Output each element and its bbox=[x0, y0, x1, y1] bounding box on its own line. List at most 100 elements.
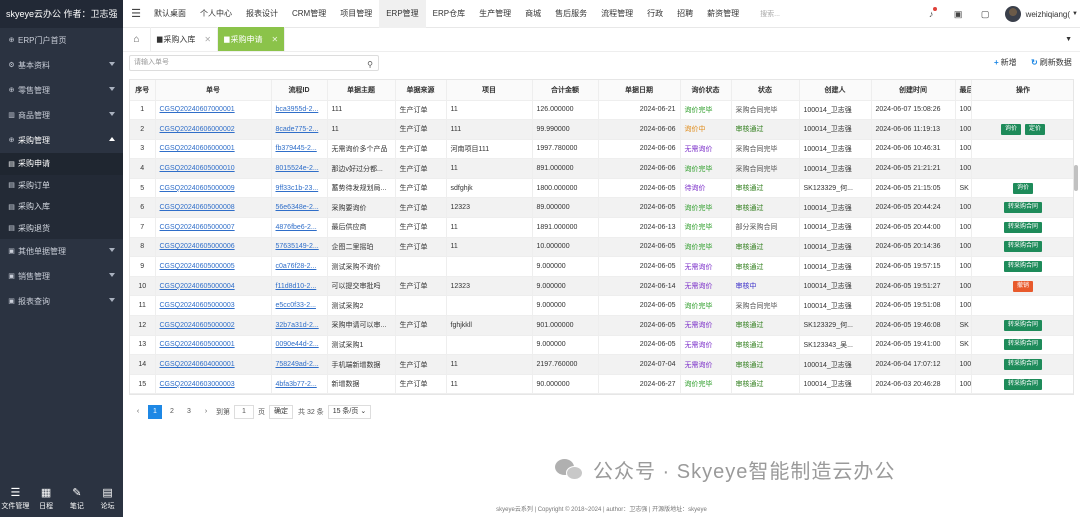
column-header[interactable]: 最后 bbox=[955, 80, 972, 101]
order-number-link-text[interactable]: CGSQ20240605000006 bbox=[160, 243, 235, 250]
sidebar-subitem[interactable]: ▤ 采购申请 bbox=[0, 153, 123, 175]
top-nav-item[interactable]: 商城 bbox=[518, 0, 548, 28]
action-button[interactable]: 转采购合同 bbox=[1003, 378, 1042, 390]
order-number-link-text[interactable]: CGSQ20240605000001 bbox=[160, 341, 235, 348]
order-number-link[interactable]: CGSQ20240605000008 bbox=[155, 197, 272, 219]
flow-id-link-text[interactable]: 4bfa3b77-2... bbox=[276, 381, 317, 388]
page-size-select[interactable]: 15 条/页 ⌄ bbox=[327, 405, 372, 419]
flow-id-link-text[interactable]: 32b7a31d-2... bbox=[276, 322, 319, 329]
order-number-link-text[interactable]: CGSQ20240605000007 bbox=[160, 224, 235, 231]
flow-id-link-text[interactable]: 8015524e-2... bbox=[276, 165, 319, 172]
flow-id-link[interactable]: 8cade775-2... bbox=[271, 119, 328, 140]
flow-id-link[interactable]: 9ff33c1b-23... bbox=[271, 178, 328, 199]
flow-id-link[interactable]: 8015524e-2... bbox=[271, 158, 328, 179]
order-number-link[interactable]: CGSQ20240605000009 bbox=[155, 178, 272, 199]
action-button[interactable]: 转采购合同 bbox=[1003, 221, 1042, 233]
close-icon[interactable]: ✕ bbox=[271, 35, 278, 44]
tab-purchase-inbound[interactable]: ▆ 采购入库 ✕ bbox=[151, 27, 219, 51]
flow-id-link-text[interactable]: 8cade775-2... bbox=[276, 126, 319, 133]
column-header[interactable]: 单据主题 bbox=[327, 80, 396, 101]
order-number-link-text[interactable]: CGSQ20240605000005 bbox=[160, 263, 235, 270]
sidebar-subitem[interactable]: ▤ 采购入库 bbox=[0, 196, 123, 218]
flow-id-link[interactable]: fb379445-2... bbox=[271, 139, 328, 160]
order-number-link[interactable]: CGSQ20240603000003 bbox=[155, 374, 272, 394]
close-icon[interactable]: ✕ bbox=[204, 35, 211, 44]
flow-id-link-text[interactable]: e5cc0f33-2... bbox=[276, 302, 316, 309]
top-nav-item[interactable]: 招聘 bbox=[670, 0, 700, 28]
top-nav-item[interactable]: ERP管理 bbox=[379, 0, 426, 28]
column-header[interactable]: 创建人 bbox=[799, 80, 872, 101]
flow-id-link-text[interactable]: 9ff33c1b-23... bbox=[276, 185, 319, 192]
sidebar-item[interactable]: ▣ 报表查询 bbox=[0, 289, 123, 314]
column-header[interactable]: 单据日期 bbox=[598, 80, 681, 101]
bell-icon[interactable]: ♪ bbox=[918, 7, 945, 19]
order-number-link-text[interactable]: CGSQ20240606000002 bbox=[160, 126, 235, 133]
order-number-link[interactable]: CGSQ20240605000006 bbox=[155, 237, 272, 258]
top-nav-item[interactable]: 售后服务 bbox=[548, 0, 594, 28]
page-button[interactable]: 2 bbox=[165, 405, 179, 419]
flow-id-link-text[interactable]: c0a76f28-2... bbox=[276, 263, 317, 270]
sidebar-subitem[interactable]: ▤ 采购订单 bbox=[0, 174, 123, 196]
flow-id-link[interactable]: bca3955d-2... bbox=[271, 100, 328, 121]
order-number-link[interactable]: CGSQ20240605000002 bbox=[155, 315, 272, 336]
order-number-link-text[interactable]: CGSQ20240604000001 bbox=[160, 361, 235, 368]
screen-icon[interactable]: ▢ bbox=[972, 9, 999, 20]
order-number-link[interactable]: CGSQ20240605000010 bbox=[155, 158, 272, 179]
column-header[interactable]: 流程ID bbox=[271, 80, 328, 101]
tab-purchase-request[interactable]: ▆ 采购申请 ✕ bbox=[218, 27, 286, 51]
goto-page-input[interactable]: 1 bbox=[234, 405, 254, 419]
flow-id-link[interactable]: e5cc0f33-2... bbox=[271, 295, 328, 317]
order-number-link[interactable]: CGSQ20240604000001 bbox=[155, 354, 272, 375]
flow-id-link[interactable]: 758249ad-2... bbox=[271, 354, 328, 375]
column-header[interactable]: 项目 bbox=[446, 80, 533, 101]
sidebar-item[interactable]: ⊕ ERP门户首页 bbox=[0, 28, 123, 53]
order-number-link-text[interactable]: CGSQ20240606000001 bbox=[160, 145, 235, 152]
sidebar-item[interactable]: ⊕ 采购管理 bbox=[0, 128, 123, 153]
flow-id-link[interactable]: 4bfa3b77-2... bbox=[271, 374, 328, 394]
lock-icon[interactable]: ▣ bbox=[945, 9, 972, 20]
action-button[interactable]: 询价 bbox=[1000, 123, 1021, 135]
top-nav-item[interactable]: 项目管理 bbox=[333, 0, 379, 28]
goto-confirm-button[interactable]: 确定 bbox=[269, 405, 293, 419]
column-header[interactable]: 单据来源 bbox=[395, 80, 447, 101]
top-nav-item[interactable]: 行政 bbox=[640, 0, 670, 28]
next-page-icon[interactable]: › bbox=[199, 405, 213, 419]
top-nav-item[interactable]: 报表设计 bbox=[239, 0, 285, 28]
flow-id-link-text[interactable]: bca3955d-2... bbox=[276, 106, 319, 113]
order-number-link[interactable]: CGSQ20240606000002 bbox=[155, 119, 272, 140]
menu-toggle-icon[interactable]: ☰ bbox=[125, 7, 147, 20]
sidebar-item[interactable]: ⚙ 基本资料 bbox=[0, 53, 123, 78]
order-number-link[interactable]: CGSQ20240605000005 bbox=[155, 256, 272, 277]
flow-id-link-text[interactable]: 4876fbe6-2... bbox=[276, 224, 317, 231]
top-nav-item[interactable]: 默认桌面 bbox=[147, 0, 193, 28]
flow-id-link[interactable]: c0a76f28-2... bbox=[271, 256, 328, 277]
flow-id-link-text[interactable]: 57635149-2... bbox=[276, 243, 319, 250]
sidebar-subitem[interactable]: ▤ 采购退货 bbox=[0, 217, 123, 239]
order-number-link-text[interactable]: CGSQ20240605000009 bbox=[160, 185, 235, 192]
order-number-link[interactable]: CGSQ20240605000001 bbox=[155, 335, 272, 356]
column-header[interactable]: 单号 bbox=[155, 80, 272, 101]
flow-id-link-text[interactable]: 758249ad-2... bbox=[276, 361, 319, 368]
order-number-link[interactable]: CGSQ20240605000007 bbox=[155, 217, 272, 238]
tabs-more-icon[interactable]: ▼ bbox=[1065, 36, 1072, 43]
order-number-link-text[interactable]: CGSQ20240605000002 bbox=[160, 322, 235, 329]
schedule-button[interactable]: ▦ 日程 bbox=[31, 481, 61, 517]
action-button[interactable]: 转采购合同 bbox=[1003, 359, 1042, 371]
sidebar-item[interactable]: ▣ 其他单据管理 bbox=[0, 239, 123, 264]
order-number-link-text[interactable]: CGSQ20240605000008 bbox=[160, 204, 235, 211]
order-number-link[interactable]: CGSQ20240607000001 bbox=[155, 100, 272, 121]
sidebar-item[interactable]: ▣ 销售管理 bbox=[0, 264, 123, 289]
sidebar-item[interactable]: ⊕ 零售管理 bbox=[0, 78, 123, 103]
action-button[interactable]: 转采购合同 bbox=[1003, 202, 1042, 214]
top-nav-item[interactable]: 流程管理 bbox=[594, 0, 640, 28]
page-button[interactable]: 3 bbox=[182, 405, 196, 419]
order-search-input[interactable]: 请输入单号 ⚲ bbox=[129, 55, 379, 71]
scrollbar[interactable] bbox=[1074, 165, 1078, 191]
column-header[interactable]: 合计金额 bbox=[532, 80, 599, 101]
action-button[interactable]: 定价 bbox=[1025, 123, 1046, 135]
column-header[interactable]: 创建时间 bbox=[871, 80, 956, 101]
flow-id-link[interactable]: 4876fbe6-2... bbox=[271, 217, 328, 238]
top-nav-item[interactable]: 生产管理 bbox=[472, 0, 518, 28]
column-header[interactable]: 状态 bbox=[731, 80, 800, 101]
top-nav-item[interactable]: 个人中心 bbox=[193, 0, 239, 28]
